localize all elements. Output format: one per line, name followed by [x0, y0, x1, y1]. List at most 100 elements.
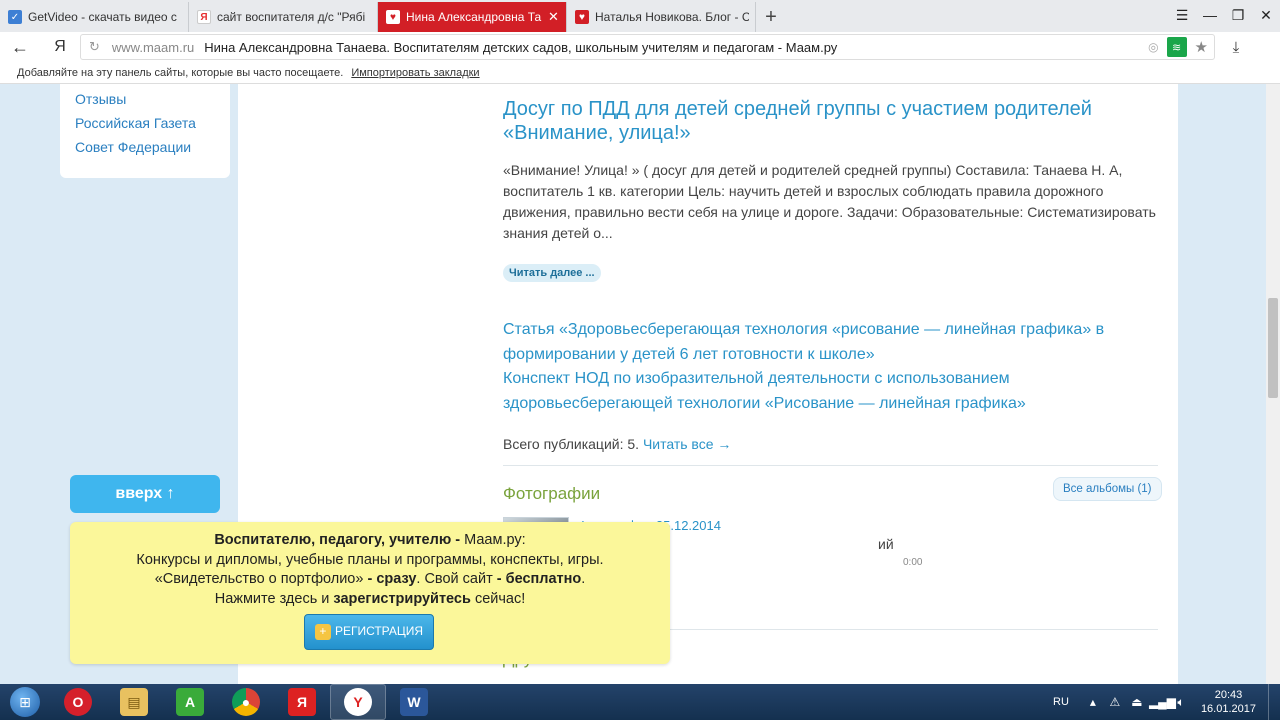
tab-natalya-novikova[interactable]: ♥ Наталья Новикова. Блог - С — [567, 2, 756, 32]
system-tray: RU ▴ ⚠ ⏏ ▂▄▆ 🔈︎ 20:43 16.01.2017 — [1053, 684, 1280, 720]
menu-icon[interactable]: ☰ — [1168, 0, 1196, 30]
photo-time: 0:00 — [903, 557, 923, 568]
yandex-icon: Я — [288, 688, 316, 716]
clock-time: 20:43 — [1214, 689, 1243, 701]
scroll-up-button[interactable]: вверх ↑ — [70, 475, 220, 513]
taskbar-app-yandex[interactable]: Я — [274, 684, 330, 720]
back-arrow-icon[interactable]: ← — [0, 32, 40, 62]
promo-line-3: «Свидетельство о портфолио» - сразу. Сво… — [70, 570, 670, 590]
url-page-title: Нина Александровна Танаева. Воспитателям… — [204, 39, 838, 55]
address-bar: ← Я ↻ www.maam.ru Нина Александровна Тан… — [0, 32, 1280, 62]
promo-period: . — [581, 571, 586, 587]
taskbar-app-yandex-browser[interactable]: Y — [330, 684, 386, 720]
read-all-link[interactable]: Читать все → — [643, 436, 731, 452]
new-tab-button[interactable]: + — [756, 2, 786, 32]
all-albums-button[interactable]: Все альбомы (1) — [1053, 477, 1162, 501]
read-more-button[interactable]: Читать далее ... — [503, 264, 601, 282]
clock[interactable]: 20:43 16.01.2017 — [1201, 688, 1256, 716]
bookmarks-hint: Добавляйте на эту панель сайты, которые … — [17, 66, 344, 79]
bookmark-star-icon[interactable]: ★ — [1195, 38, 1208, 56]
promo-instantly: - сразу — [363, 571, 417, 587]
word-icon: W — [400, 688, 428, 716]
tray-usb-icon[interactable]: ⏏ — [1127, 695, 1147, 709]
restore-icon[interactable]: ❐ — [1224, 0, 1252, 30]
tab-nina-tanaeva[interactable]: ♥ Нина Александровна Та ✕ — [378, 2, 567, 32]
opera-icon: O — [64, 688, 92, 716]
close-icon[interactable]: ✕ — [548, 9, 560, 25]
divider — [503, 465, 1158, 466]
registration-promo-banner[interactable]: Воспитателю, педагогу, учителю - Маам.ру… — [70, 522, 670, 664]
promo-portfolio: «Свидетельство о портфолио» — [154, 571, 364, 587]
download-icon[interactable]: ⤓ — [1221, 39, 1251, 56]
network-icon[interactable]: ▂▄▆ — [1149, 695, 1176, 709]
photo-description: ий — [878, 536, 894, 552]
taskbar-app-opera[interactable]: O — [50, 684, 106, 720]
tab-title: GetVideo - скачать видео с — [28, 10, 177, 24]
language-indicator[interactable]: RU — [1053, 696, 1069, 708]
tab-title: Нина Александровна Та — [406, 10, 542, 24]
heart-icon: ♥ — [386, 10, 400, 24]
reload-icon[interactable]: ↻ — [89, 39, 100, 55]
promo-click-here: Нажмите здесь и — [214, 590, 334, 607]
sidebar-links-card: Отзывы Российская Газета Совет Федерации — [60, 84, 230, 178]
heart-icon: ♥ — [575, 10, 589, 24]
publication-count: Всего публикаций: 5. Читать все → — [503, 436, 731, 452]
taskbar-app-word[interactable]: W — [386, 684, 442, 720]
promo-own-site: . Свой сайт — [416, 571, 497, 587]
article-excerpt: «Внимание! Улица! » ( досуг для детей и … — [503, 162, 1156, 241]
taskbar-app-chrome[interactable]: ● — [218, 684, 274, 720]
getvideo-icon: ✓ — [8, 10, 22, 24]
promo-line-2: Конкурсы и дипломы, учебные планы и прог… — [136, 551, 604, 568]
tab-bar: ✓ GetVideo - скачать видео с Я сайт восп… — [0, 0, 1280, 32]
turbo-wifi-icon[interactable]: ≋ — [1166, 37, 1187, 57]
page-scrollbar[interactable] — [1266, 84, 1280, 684]
tab-title: Наталья Новикова. Блог - С — [595, 10, 749, 24]
promo-free: - бесплатно — [496, 571, 582, 587]
file-explorer-icon: ▤ — [120, 688, 148, 716]
promo-line-1-rest: Маам.ру: — [460, 532, 526, 548]
taskbar-app-explorer[interactable]: ▤ — [106, 684, 162, 720]
article-title-link[interactable]: Досуг по ПДД для детей средней группы с … — [503, 97, 1163, 145]
promo-line-1-bold: Воспитателю, педагогу, учителю - — [214, 532, 461, 548]
start-button[interactable]: ⊞ — [0, 684, 50, 720]
publication-link[interactable]: Конспект НОД по изобразительной деятельн… — [503, 367, 1123, 416]
app-a-icon: A — [176, 688, 204, 716]
sidebar-link-reviews[interactable]: Отзывы — [75, 87, 230, 111]
sidebar-link-rossiyskaya-gazeta[interactable]: Российская Газета — [75, 111, 230, 135]
import-bookmarks-link[interactable]: Импортировать закладки — [351, 67, 479, 79]
publication-count-text: Всего публикаций: 5. — [503, 436, 640, 452]
windows-taskbar: ⊞ O ▤ A ● Я Y W RU ▴ ⚠ ⏏ ▂▄▆ 🔈︎ 20:43 16… — [0, 684, 1280, 720]
volume-icon[interactable]: 🔈︎ — [1171, 695, 1191, 710]
tab-title: сайт воспитателя д/с "Рябі — [217, 10, 366, 24]
web-page: Отзывы Российская Газета Совет Федерации… — [0, 84, 1266, 684]
yandex-browser-icon: Y — [344, 688, 372, 716]
scrollbar-thumb[interactable] — [1268, 298, 1278, 398]
tab-getvideo[interactable]: ✓ GetVideo - скачать видео с — [0, 2, 189, 32]
url-actions: ◎ ≋ ★ — [1148, 37, 1208, 57]
url-field[interactable]: ↻ www.maam.ru Нина Александровна Танаева… — [80, 34, 1215, 60]
url-host: www.maam.ru — [111, 39, 195, 55]
promo-now: сейчас! — [470, 590, 526, 607]
show-desktop-button[interactable] — [1268, 684, 1280, 720]
tray-hidden-icons-icon[interactable]: ▴ — [1083, 695, 1103, 709]
bookmarks-bar: Добавляйте на эту панель сайты, которые … — [0, 62, 1280, 84]
add-user-icon: + — [314, 624, 331, 640]
chrome-icon: ● — [232, 688, 260, 716]
close-window-icon[interactable]: ✕ — [1252, 0, 1280, 30]
yandex-logo-icon[interactable]: Я — [40, 32, 80, 62]
taskbar-app-a[interactable]: A — [162, 684, 218, 720]
publication-links: Статья «Здоровьесберегающая технология «… — [503, 318, 1123, 416]
publication-link[interactable]: Статья «Здоровьесберегающая технология «… — [503, 318, 1123, 367]
yandex-icon: Я — [197, 10, 211, 24]
promo-line-4: Нажмите здесь и зарегистрируйтесь сейчас… — [70, 590, 670, 610]
tab-yandex-search[interactable]: Я сайт воспитателя д/с "Рябі — [189, 2, 378, 32]
clock-date: 16.01.2017 — [1200, 703, 1256, 715]
globe-icon[interactable]: ◎ — [1148, 40, 1158, 54]
minimize-icon[interactable]: — — [1196, 0, 1224, 30]
windows-logo-icon: ⊞ — [10, 687, 40, 717]
register-button-label: РЕГИСТРАЦИЯ — [334, 624, 424, 639]
register-button[interactable]: + РЕГИСТРАЦИЯ — [304, 614, 434, 650]
promo-line-1: Воспитателю, педагогу, учителю - Маам.ру… — [70, 531, 670, 551]
sidebar-link-sovet-federatsii[interactable]: Совет Федерации — [75, 135, 230, 159]
tray-warning-icon[interactable]: ⚠ — [1105, 695, 1125, 709]
